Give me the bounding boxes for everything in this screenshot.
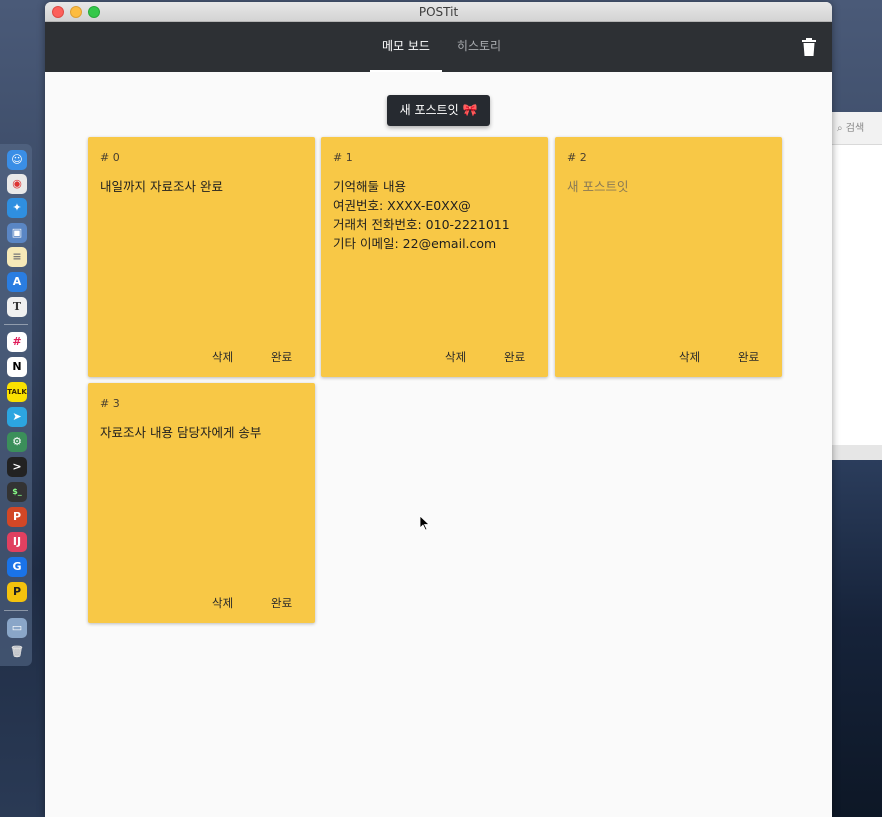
title-bar[interactable]: POSTit	[45, 2, 832, 22]
postit-note: # 2 새 포스트잇 삭제 완료	[555, 137, 782, 377]
background-search-field[interactable]: ⌕ 검색	[833, 120, 882, 138]
slack-icon[interactable]: #	[7, 332, 27, 352]
postit-note: # 0 내일까지 자료조사 완료 삭제 완료	[88, 137, 315, 377]
note-text-area[interactable]: 기억해둘 내용 여권번호: XXXX-E0XX@ 거래처 전화번호: 010-2…	[333, 177, 538, 253]
plex-icon[interactable]: P	[7, 582, 27, 602]
telegram-icon[interactable]: ➤	[7, 407, 27, 427]
delete-note-button[interactable]: 삭제	[212, 595, 233, 611]
tab-history[interactable]: 히스토리	[447, 22, 511, 72]
trash-icon[interactable]	[802, 38, 816, 56]
window-title: POSTit	[418, 5, 459, 19]
note-text-area[interactable]: 새 포스트잇	[567, 177, 772, 196]
postit-window: POSTit 메모 보드 히스토리 새 포스트잇 🎀 # 0 내일까지 자료조사…	[45, 2, 832, 817]
app-bar: 메모 보드 히스토리	[45, 22, 832, 72]
active-tab-indicator	[370, 70, 442, 72]
complete-note-button[interactable]: 완료	[738, 349, 759, 365]
note-number: # 1	[333, 151, 353, 164]
typora-icon[interactable]: T	[7, 297, 27, 317]
sourcetree-icon[interactable]: ⚙	[7, 432, 27, 452]
delete-note-button[interactable]: 삭제	[445, 349, 466, 365]
safari-icon[interactable]: ✦	[7, 198, 27, 218]
dock-separator	[4, 610, 28, 611]
preview-icon[interactable]: ▣	[7, 223, 27, 243]
notes-icon[interactable]: ≡	[7, 247, 27, 267]
terminal-icon[interactable]: >	[7, 457, 27, 477]
new-postit-button[interactable]: 새 포스트잇 🎀	[387, 95, 490, 126]
chrome-canary-icon[interactable]: G	[7, 557, 27, 577]
postit-note: # 1 기억해둘 내용 여권번호: XXXX-E0XX@ 거래처 전화번호: 0…	[321, 137, 548, 377]
note-number: # 3	[100, 397, 120, 410]
note-text-area[interactable]: 자료조사 내용 담당자에게 송부	[100, 423, 305, 442]
background-pane	[827, 145, 882, 445]
desktop-wallpaper	[832, 460, 882, 817]
note-text-area[interactable]: 내일까지 자료조사 완료	[100, 177, 305, 196]
trash-bin-icon[interactable]: 🗑	[7, 642, 27, 662]
dock: ☺ ◉ ✦ ▣ ≡ A T # N TALK ➤ ⚙ > $_ P IJ G P…	[0, 144, 32, 666]
complete-note-button[interactable]: 완료	[504, 349, 525, 365]
dock-separator	[4, 324, 28, 325]
notion-icon[interactable]: N	[7, 357, 27, 377]
tab-memo-board[interactable]: 메모 보드	[370, 22, 442, 72]
chrome-icon[interactable]: ◉	[7, 174, 27, 194]
postit-note: # 3 자료조사 내용 담당자에게 송부 삭제 완료	[88, 383, 315, 623]
mouse-cursor-icon	[420, 516, 430, 531]
note-number: # 0	[100, 151, 120, 164]
delete-note-button[interactable]: 삭제	[212, 349, 233, 365]
kakaotalk-icon[interactable]: TALK	[7, 382, 27, 402]
complete-note-button[interactable]: 완료	[271, 349, 292, 365]
downloads-folder-icon[interactable]: ▭	[7, 618, 27, 638]
iterm-icon[interactable]: $_	[7, 482, 27, 502]
complete-note-button[interactable]: 완료	[271, 595, 292, 611]
background-window: ⌕ 검색	[826, 112, 882, 468]
finder-icon[interactable]: ☺	[7, 150, 27, 170]
note-number: # 2	[567, 151, 587, 164]
delete-note-button[interactable]: 삭제	[679, 349, 700, 365]
intellij-icon[interactable]: IJ	[7, 532, 27, 552]
powerpoint-icon[interactable]: P	[7, 507, 27, 527]
app-store-icon[interactable]: A	[7, 272, 27, 292]
